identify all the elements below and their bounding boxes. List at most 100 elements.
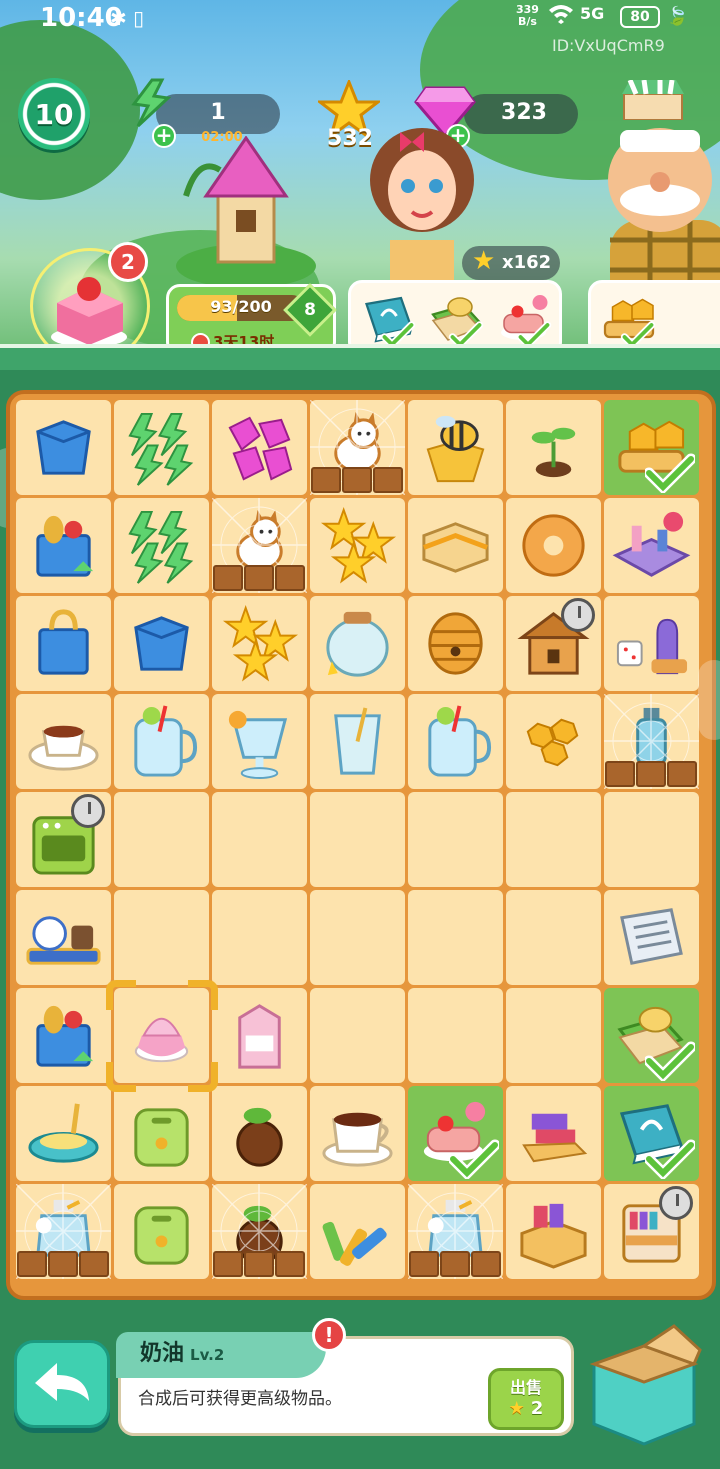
star-icon[interactable] — [220, 604, 299, 683]
board-cell[interactable] — [16, 1184, 111, 1279]
board-cell[interactable] — [114, 1184, 209, 1279]
juice-jar-icon[interactable] — [416, 702, 495, 781]
board-cell[interactable] — [408, 988, 503, 1083]
board-cell[interactable] — [604, 792, 699, 887]
chessboard-icon[interactable] — [612, 506, 691, 585]
board-cell[interactable] — [408, 792, 503, 887]
juice-glass-icon[interactable] — [220, 702, 299, 781]
board-cell[interactable] — [506, 1086, 601, 1181]
bath-toy-icon[interactable] — [24, 1094, 103, 1173]
board-cell[interactable] — [310, 890, 405, 985]
water-glass-icon[interactable] — [318, 702, 397, 781]
board-cell[interactable] — [408, 1184, 503, 1279]
board-cell[interactable] — [16, 988, 111, 1083]
board-cell[interactable] — [408, 1086, 503, 1181]
energy-icon[interactable] — [122, 506, 201, 585]
board-cell[interactable] — [604, 596, 699, 691]
board-cell[interactable] — [506, 400, 601, 495]
board-cell[interactable] — [310, 988, 405, 1083]
board-cell[interactable] — [310, 1184, 405, 1279]
board-cell[interactable] — [506, 498, 601, 593]
board-cell[interactable] — [212, 890, 307, 985]
board-cell[interactable] — [16, 1086, 111, 1181]
board-cell[interactable] — [408, 498, 503, 593]
board-cell[interactable] — [212, 1184, 307, 1279]
board-cell[interactable] — [604, 988, 699, 1083]
energy-icon[interactable] — [122, 408, 201, 487]
seed-icon[interactable] — [220, 1094, 299, 1173]
milk-icon[interactable] — [220, 996, 299, 1075]
newspaper-icon[interactable] — [612, 898, 691, 977]
board-cell[interactable] — [506, 596, 601, 691]
board-cell[interactable] — [16, 890, 111, 985]
gem-icon[interactable] — [220, 408, 299, 487]
board-cell[interactable] — [604, 1086, 699, 1181]
board-cell[interactable] — [212, 1086, 307, 1181]
board-cell[interactable] — [506, 792, 601, 887]
juice-jar-icon[interactable] — [122, 702, 201, 781]
board-cell[interactable] — [310, 400, 405, 495]
board-cell[interactable] — [114, 498, 209, 593]
board-cell[interactable] — [604, 1184, 699, 1279]
board-cell[interactable] — [604, 400, 699, 495]
sell-button[interactable]: 出售 2 — [488, 1368, 564, 1430]
board-cell[interactable] — [506, 694, 601, 789]
board-cell[interactable] — [212, 988, 307, 1083]
board-cell[interactable] — [506, 988, 601, 1083]
alert-icon[interactable]: ! — [312, 1318, 346, 1352]
grocery-bag-icon[interactable] — [24, 996, 103, 1075]
add-energy-button[interactable]: + — [152, 124, 176, 148]
toaster-icon[interactable] — [122, 1192, 201, 1271]
jar-icon[interactable] — [318, 604, 397, 683]
paper-bag-icon[interactable] — [24, 408, 103, 487]
book-drawer-icon[interactable] — [514, 1192, 593, 1271]
board-cell[interactable] — [408, 890, 503, 985]
board-cell[interactable] — [212, 400, 307, 495]
board-cell[interactable] — [310, 792, 405, 887]
right-side-tab[interactable] — [698, 660, 720, 740]
board-cell[interactable] — [212, 498, 307, 593]
shopping-bag-icon[interactable] — [24, 604, 103, 683]
board-cell[interactable] — [212, 694, 307, 789]
board-cell[interactable] — [114, 694, 209, 789]
board-cell[interactable] — [506, 890, 601, 985]
board-cell[interactable] — [408, 596, 503, 691]
board-cell[interactable] — [604, 694, 699, 789]
board-cell[interactable] — [408, 400, 503, 495]
board-cell[interactable] — [16, 596, 111, 691]
honeycomb-icon[interactable] — [514, 702, 593, 781]
crayons-icon[interactable] — [318, 1192, 397, 1271]
board-cell[interactable] — [604, 498, 699, 593]
sandwich-icon[interactable] — [416, 506, 495, 585]
board-cell[interactable] — [114, 890, 209, 985]
beehive-icon[interactable] — [416, 604, 495, 683]
fairy-tower[interactable] — [176, 136, 316, 286]
board-cell[interactable] — [310, 694, 405, 789]
sprout-icon[interactable] — [514, 408, 593, 487]
board-cell[interactable] — [604, 890, 699, 985]
board-cell[interactable] — [16, 792, 111, 887]
grocery-bag-icon[interactable] — [24, 506, 103, 585]
paper-bag-icon[interactable] — [122, 604, 201, 683]
board-cell[interactable] — [114, 596, 209, 691]
board-cell[interactable] — [114, 400, 209, 495]
coffee-cup-icon[interactable] — [318, 1094, 397, 1173]
board-cell[interactable] — [506, 1184, 601, 1279]
back-button[interactable] — [14, 1340, 110, 1428]
board-game-icon[interactable] — [612, 604, 691, 683]
board-cell[interactable] — [16, 400, 111, 495]
board-cell[interactable] — [212, 596, 307, 691]
player-level-badge[interactable]: 10 — [18, 78, 90, 150]
tea-set-icon[interactable] — [24, 898, 103, 977]
star-icon[interactable] — [318, 506, 397, 585]
donut-icon[interactable] — [514, 506, 593, 585]
toaster-icon[interactable] — [122, 1094, 201, 1173]
board-cell[interactable] — [114, 1086, 209, 1181]
teacup-icon[interactable] — [24, 702, 103, 781]
board-cell[interactable] — [16, 498, 111, 593]
board-cell[interactable] — [408, 694, 503, 789]
inventory-box-icon[interactable] — [584, 1324, 702, 1446]
board-cell[interactable] — [212, 792, 307, 887]
board-cell[interactable] — [114, 792, 209, 887]
board-cell[interactable] — [310, 498, 405, 593]
